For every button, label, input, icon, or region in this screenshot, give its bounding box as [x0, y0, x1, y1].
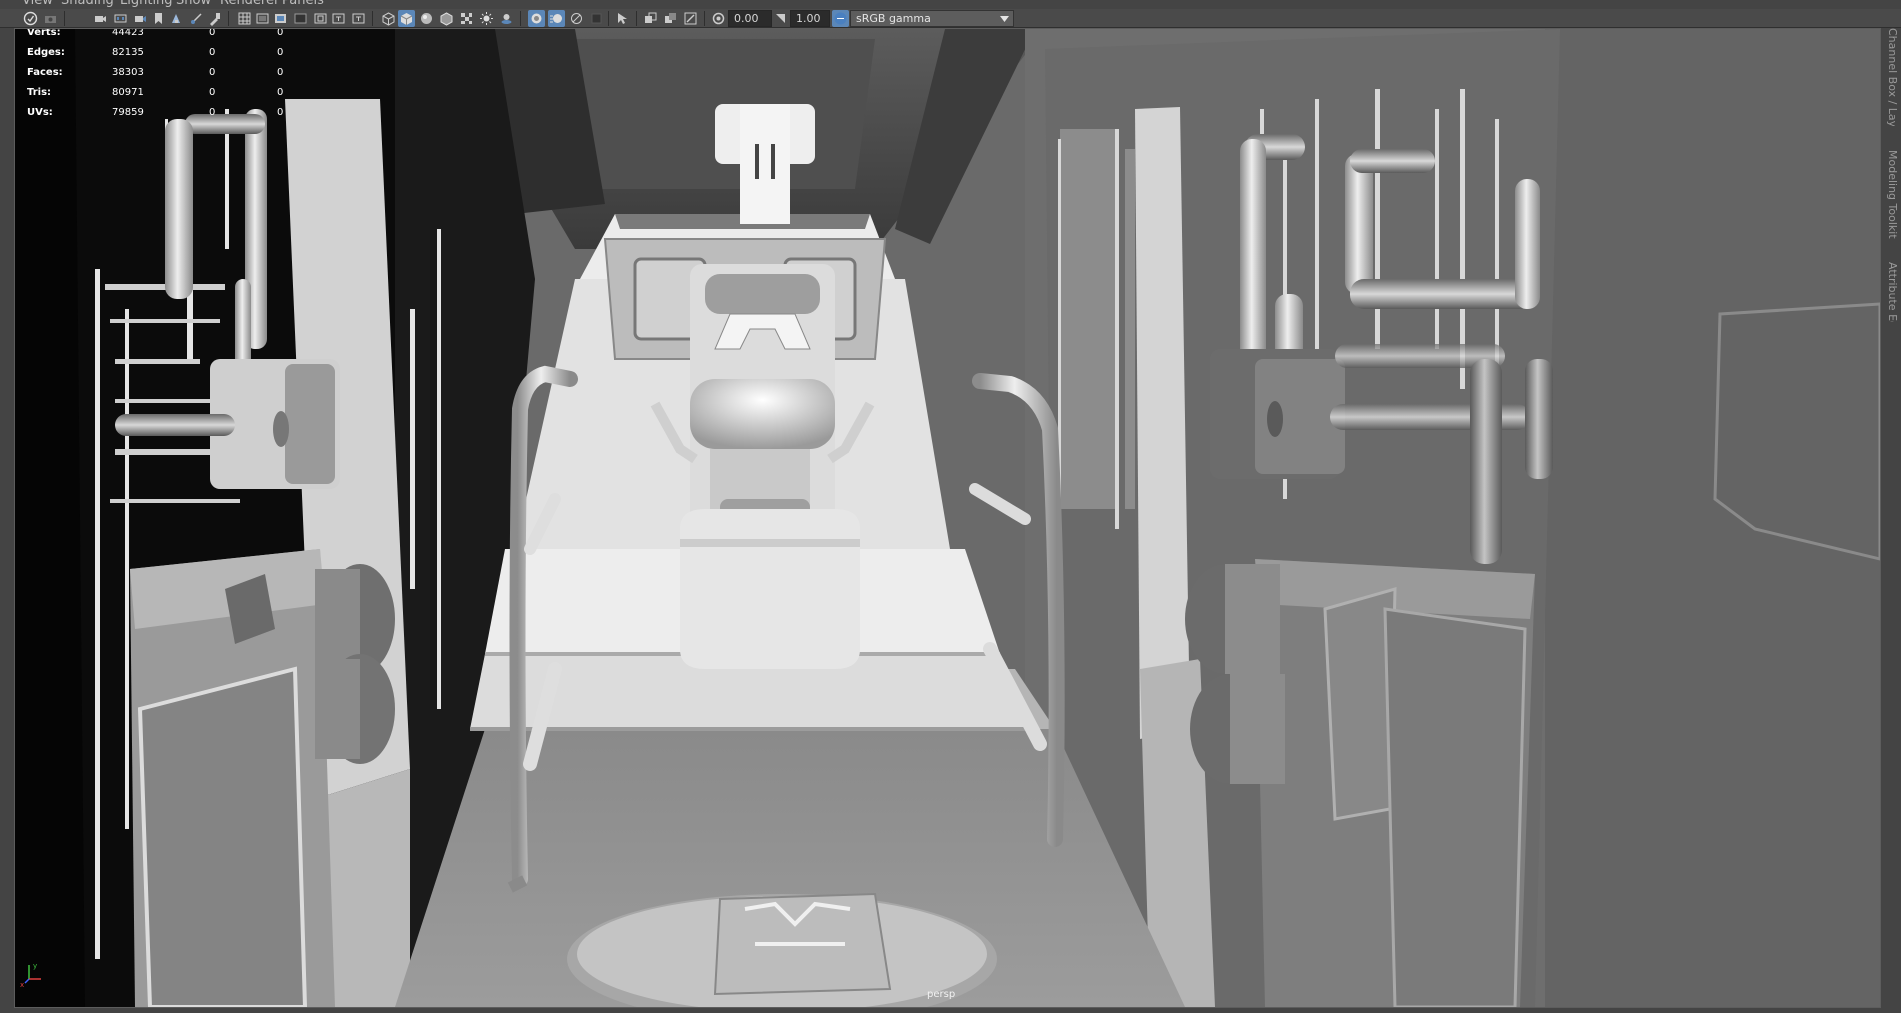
- film-gate-icon[interactable]: [112, 10, 129, 27]
- safe-title-icon[interactable]: [330, 10, 347, 27]
- field-chart-icon[interactable]: [292, 10, 309, 27]
- hud-tris-extra: 0: [277, 87, 284, 98]
- hud-faces-extra: 0: [277, 67, 284, 78]
- axis-y-label: y: [33, 962, 37, 970]
- hud-uvs-selected: 0: [209, 107, 216, 118]
- image-plane-icon[interactable]: [168, 10, 185, 27]
- hud-tris-selected: 0: [209, 87, 216, 98]
- tab-channel-box[interactable]: Channel Box / Layer Editor: [1885, 28, 1899, 126]
- xray-icon[interactable]: [642, 10, 659, 27]
- hud-edges-value: 82135: [112, 47, 144, 58]
- bottom-frame: [0, 1008, 1901, 1013]
- depth-of-field-icon[interactable]: [588, 10, 605, 27]
- color-space-dropdown[interactable]: sRGB gamma: [850, 10, 1014, 27]
- safe-action-icon[interactable]: [312, 10, 329, 27]
- hud-faces-value: 38303: [112, 67, 144, 78]
- menu-panels[interactable]: Panels: [282, 0, 324, 8]
- menu-show[interactable]: Show: [176, 0, 211, 8]
- motion-blur-icon[interactable]: [548, 10, 565, 27]
- use-all-lights-icon[interactable]: [478, 10, 495, 27]
- hud-faces-selected: 0: [209, 67, 216, 78]
- resolution-gate-icon[interactable]: [254, 10, 271, 27]
- left-frame: [0, 28, 14, 1013]
- exposure-icon[interactable]: [710, 10, 727, 27]
- multisample-aa-icon[interactable]: [568, 10, 585, 27]
- panel-toolbar: 0.00 1.00 sRGB gamma: [0, 9, 1901, 28]
- perspective-viewport[interactable]: Verts: 44423 0 0 Edges: 82135 0 0 Faces:…: [14, 28, 1881, 1008]
- tab-modeling-toolkit[interactable]: Modeling Toolkit: [1885, 150, 1899, 240]
- screen-space-ao-icon[interactable]: [528, 10, 545, 27]
- gamma-field[interactable]: 1.00: [790, 10, 830, 27]
- hud-tris-value: 80971: [112, 87, 144, 98]
- hud-verts-value: 44423: [112, 28, 144, 38]
- poly-count-hud: Verts: 44423 0 0 Edges: 82135 0 0 Faces:…: [15, 29, 285, 119]
- xray-active-components-icon[interactable]: [662, 10, 679, 27]
- menu-view[interactable]: View: [22, 0, 53, 8]
- wireframe-icon[interactable]: [380, 10, 397, 27]
- hud-uvs-value: 79859: [112, 107, 144, 118]
- menu-lighting[interactable]: Lighting: [120, 0, 173, 8]
- gamma-icon[interactable]: [772, 10, 789, 27]
- hud-faces-label: Faces:: [27, 67, 63, 78]
- camera-video-icon[interactable]: [132, 10, 149, 27]
- view-axis-icon: y x: [20, 962, 41, 989]
- isolate-select-icon[interactable]: [614, 10, 631, 27]
- grid-icon[interactable]: [236, 10, 253, 27]
- use-default-material-icon[interactable]: [418, 10, 435, 27]
- camera-name-label: persp: [927, 989, 956, 1000]
- smooth-shade-icon[interactable]: [398, 10, 415, 27]
- menu-shading[interactable]: Shading: [61, 0, 114, 8]
- exposure-field[interactable]: 0.00: [728, 10, 772, 27]
- panel-menu-bar: View Shading Lighting Show Renderer Pane…: [0, 0, 1901, 9]
- scene-render[interactable]: [15, 29, 1880, 1007]
- hud-uvs-label: UVs:: [27, 107, 53, 118]
- hud-verts-selected: 0: [209, 28, 216, 38]
- menu-renderer[interactable]: Renderer: [220, 0, 279, 8]
- color-space-label: sRGB gamma: [856, 12, 931, 25]
- chevron-down-icon: [1000, 16, 1009, 22]
- move-pivot-icon[interactable]: [188, 10, 205, 27]
- wireframe-on-shaded-icon[interactable]: [438, 10, 455, 27]
- select-camera-icon[interactable]: [22, 10, 39, 27]
- camera-icon[interactable]: [92, 10, 109, 27]
- hud-tris-label: Tris:: [27, 87, 52, 98]
- hud-edges-label: Edges:: [27, 47, 65, 58]
- shadows-icon[interactable]: [498, 10, 515, 27]
- xray-joints-icon[interactable]: [682, 10, 699, 27]
- hud-verts-label: Verts:: [27, 28, 61, 38]
- camera-attributes-icon[interactable]: [42, 10, 59, 27]
- tab-attribute-editor[interactable]: Attribute Editor: [1885, 262, 1899, 322]
- bookmark-icon[interactable]: [150, 10, 167, 27]
- gate-mask-icon[interactable]: [272, 10, 289, 27]
- color-management-icon[interactable]: [832, 10, 849, 27]
- axis-x-label: x: [20, 981, 24, 989]
- textured-icon[interactable]: [458, 10, 475, 27]
- paint-icon[interactable]: [206, 10, 223, 27]
- text-overlay-icon[interactable]: [350, 10, 367, 27]
- hud-uvs-extra: 0: [277, 107, 284, 118]
- hud-edges-extra: 0: [277, 47, 284, 58]
- hud-edges-selected: 0: [209, 47, 216, 58]
- hud-verts-extra: 0: [277, 28, 284, 38]
